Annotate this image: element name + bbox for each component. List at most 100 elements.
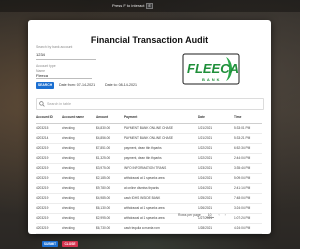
hint-key: E xyxy=(146,3,153,9)
fleeca-logo-graphic: FLEECA BANK xyxy=(182,53,240,85)
header-account-id[interactable]: Account ID xyxy=(36,115,60,119)
table-cell: $6,130.00 xyxy=(96,206,111,210)
account-type-label: Account type xyxy=(36,64,56,68)
table-row[interactable]: 4203219 checking $2,185.00 withdrawal at 1 … xyxy=(36,174,262,184)
table-cell: 3:24:04 PM xyxy=(234,206,251,210)
table-cell: $4,856.00 xyxy=(96,136,111,140)
header-amount[interactable]: Amount xyxy=(96,115,120,119)
table-cell: withdrawal at 1 spearks area xyxy=(124,206,165,210)
table-cell: $7,851.00 xyxy=(96,146,111,150)
date-to-field[interactable]: Date to: 08-14-2021 xyxy=(105,83,137,87)
table-row[interactable]: 4203219 checking $9,780.00 at online dismis… xyxy=(36,184,262,194)
table-cell: 1/21/2021 xyxy=(198,126,213,130)
table-cell: 4203219 xyxy=(36,156,49,160)
pagination: Rows per page 10 ‹ › xyxy=(178,213,226,218)
bank-account-field[interactable]: Search by bank account 1234 xyxy=(36,45,96,60)
table-cell: 4:24:04 PM xyxy=(234,226,251,230)
table-cell: 1:07:24 PM xyxy=(234,216,251,220)
table-cell: 4203219 xyxy=(36,226,49,230)
table-cell: 5:33:01 PM xyxy=(234,126,251,130)
table-cell: checking xyxy=(62,226,75,230)
table-cell: checking xyxy=(62,176,75,180)
table-cell: payment, dean ttin thparks xyxy=(124,156,162,160)
table-cell: 1/26/2021 xyxy=(198,206,213,210)
table-cell: checking xyxy=(62,216,75,220)
close-button[interactable]: CLOSE xyxy=(62,241,78,247)
table-cell: 4203219 xyxy=(36,166,49,170)
table-cell: checking xyxy=(62,206,75,210)
table-cell: 1/23/2021 xyxy=(198,166,213,170)
header-account-name[interactable]: Account name xyxy=(62,115,92,119)
table-cell: checking xyxy=(62,136,75,140)
table-cell: 1/24/2021 xyxy=(198,186,213,190)
audit-modal: Financial Transaction Audit Search by ba… xyxy=(28,20,271,247)
table-cell: 5:09:04 PM xyxy=(234,176,251,180)
table-cell: 1/24/2021 xyxy=(198,176,213,180)
table-row[interactable]: 4203219 checking $1,325.00 payment, dean tt… xyxy=(36,154,262,164)
table-cell: $2,995.00 xyxy=(96,216,111,220)
top-bar: Press F to interact E xyxy=(0,0,300,12)
table-cell: 1/22/2021 xyxy=(198,146,213,150)
search-button[interactable]: SEARCH xyxy=(36,82,54,89)
table-row[interactable]: 4203219 checking $3,975.00 INFO INFORMATION… xyxy=(36,164,262,174)
table-cell: $6,730.00 xyxy=(96,226,111,230)
table-row[interactable]: 4203215 checking $4,830.00 PAYMENT BANK ONL… xyxy=(36,124,262,134)
table-body: 4203215 checking $4,830.00 PAYMENT BANK ONL… xyxy=(36,124,262,234)
table-cell: $1,325.00 xyxy=(96,156,111,160)
hint-text: Press F to interact xyxy=(112,3,145,8)
table-cell: $3,975.00 xyxy=(96,166,111,170)
logo-text: FLEECA xyxy=(187,61,239,76)
table-search-input[interactable] xyxy=(47,100,247,107)
table-cell: 2:41:14 PM xyxy=(234,186,251,190)
bank-account-label: Search by bank account xyxy=(36,45,73,49)
bank-account-value[interactable]: 1234 xyxy=(36,52,45,57)
table-cell: 4203219 xyxy=(36,206,49,210)
rows-per-page-select[interactable]: 10 xyxy=(205,213,214,218)
table-cell: 2:44:04 PM xyxy=(234,156,251,160)
table-cell: checking xyxy=(62,196,75,200)
table-cell: 4203219 xyxy=(36,196,49,200)
table-cell: 5:33:21 PM xyxy=(234,136,251,140)
rows-per-page-label: Rows per page xyxy=(178,213,201,217)
account-type-value[interactable]: Fleeca xyxy=(36,73,48,78)
table-row[interactable]: 4203214 checking $4,856.00 PAYMENT BANK ONL… xyxy=(36,134,262,144)
table-cell: checking xyxy=(62,166,75,170)
submit-button[interactable]: SUBMIT xyxy=(42,241,58,247)
table-cell: checking xyxy=(62,126,75,130)
date-from-field[interactable]: Date from: 07-14-2021 xyxy=(59,83,95,87)
table-cell: $4,985.00 xyxy=(96,196,111,200)
table-cell: 4203214 xyxy=(36,136,49,140)
table-cell: at online dismiss thparks xyxy=(124,186,159,190)
header-payment[interactable]: Payment xyxy=(124,115,204,119)
table-search-bar[interactable] xyxy=(36,98,264,110)
table-cell: 3:35:44 PM xyxy=(234,166,251,170)
table-cell: PAYMENT BANK ONLINE CHASE xyxy=(124,136,174,140)
modal-title: Financial Transaction Audit xyxy=(90,35,209,45)
table-row[interactable]: 4203219 checking $7,851.00 payment, dean tt… xyxy=(36,144,262,154)
prev-page-icon[interactable]: ‹ xyxy=(219,213,220,217)
table-cell: 4203215 xyxy=(36,126,49,130)
table-cell: 7:48:04 PM xyxy=(234,196,251,200)
table-cell: 1/22/2021 xyxy=(198,156,213,160)
table-cell: cash tequila a manta rom xyxy=(124,226,160,230)
next-page-icon[interactable]: › xyxy=(225,213,226,217)
table-cell: checking xyxy=(62,156,75,160)
account-type-field[interactable]: Account type Name Fleeca xyxy=(36,64,92,79)
logo-subtext: BANK xyxy=(202,77,222,82)
table-cell: 4203219 xyxy=(36,176,49,180)
table-cell: withdrawal at 1 spearks area xyxy=(124,176,165,180)
table-cell: $9,780.00 xyxy=(96,186,111,190)
table-cell: checking xyxy=(62,146,75,150)
header-date[interactable]: Date xyxy=(198,115,232,119)
table-row[interactable]: 4203219 checking $4,985.00 cash IDHS INSIDE… xyxy=(36,194,262,204)
fleeca-logo: FLEECA BANK xyxy=(182,53,240,85)
search-icon xyxy=(39,101,45,107)
table-row[interactable]: 4203219 checking $6,130.00 withdrawal at 1 … xyxy=(36,204,262,214)
table-row[interactable]: 4203219 checking $2,995.00 withdrawal at 1 … xyxy=(36,214,262,224)
table-cell: 4203219 xyxy=(36,216,49,220)
header-time[interactable]: Time xyxy=(234,115,262,119)
table-row[interactable]: 4203219 checking $6,730.00 cash tequila a m… xyxy=(36,224,262,234)
table-cell: 1/25/2021 xyxy=(198,196,213,200)
transactions-table: Account ID Account name Amount Payment D… xyxy=(36,112,262,234)
table-cell: 6:52:34 PM xyxy=(234,146,251,150)
